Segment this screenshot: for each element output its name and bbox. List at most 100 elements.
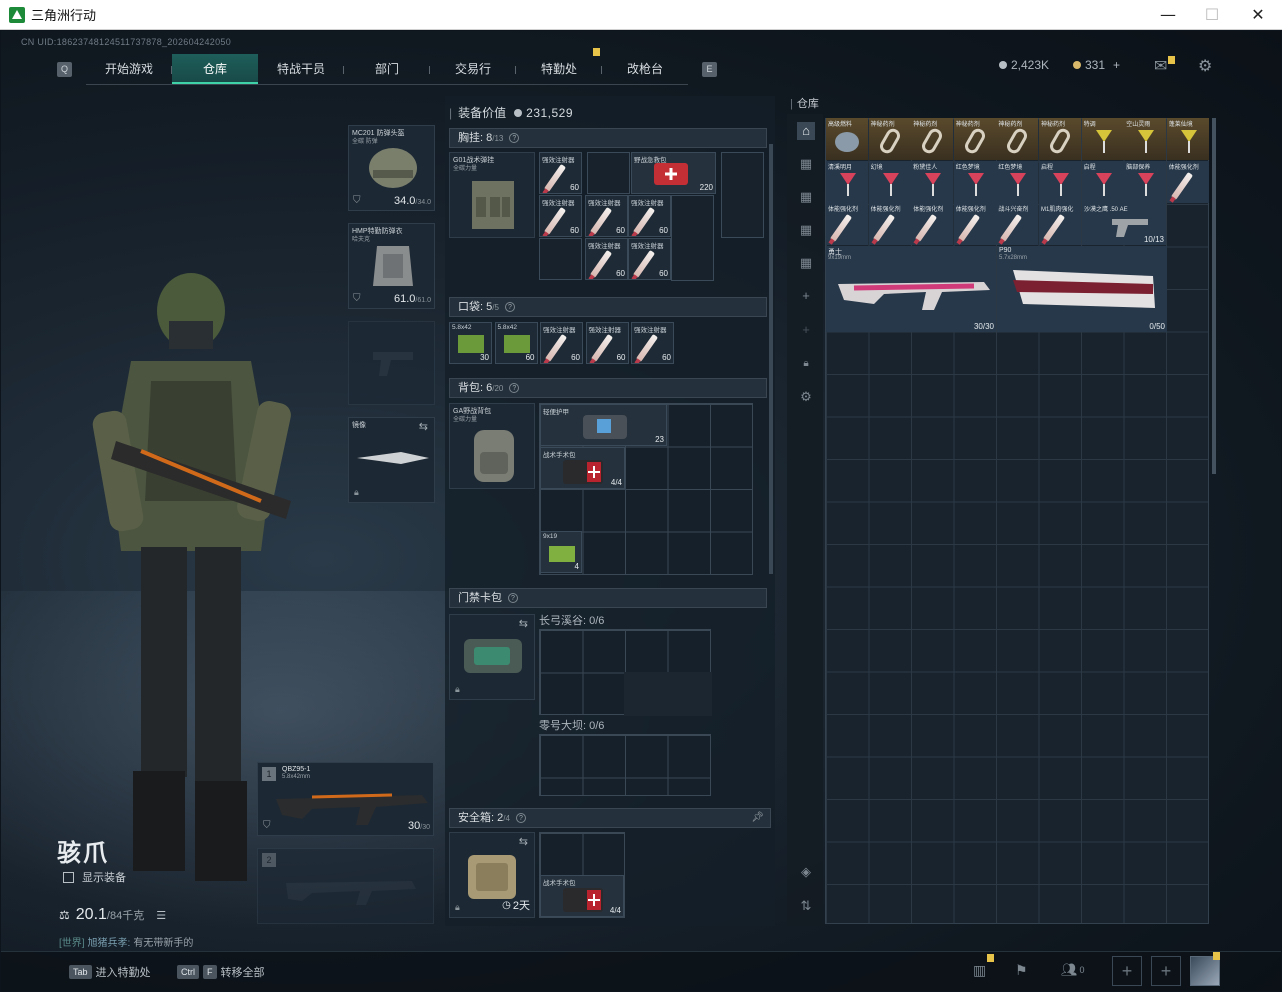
tab-gunsmith[interactable]: 改枪台 <box>602 54 688 84</box>
invite-slot-2-button[interactable]: + <box>1151 956 1181 986</box>
keycard-grid-2[interactable] <box>539 734 711 796</box>
swap-icon[interactable]: ⇆ <box>519 617 528 630</box>
layers-icon[interactable]: ◈ <box>797 863 815 881</box>
tab-department[interactable]: 部门 <box>344 54 430 84</box>
stim-injector-item[interactable]: 体能强化剂 <box>953 203 996 245</box>
chat-line[interactable]: [世界] 旭猪兵孝: 有无带新手的 <box>59 934 193 949</box>
fuel-can-item[interactable]: 高级燃料 <box>826 118 868 160</box>
stim-injector-item[interactable]: M1肌肉强化 <box>1039 203 1081 245</box>
cocktail-item[interactable]: 清溪明月 <box>826 161 868 203</box>
ammo-9x19-item[interactable]: 9x19 4 <box>540 531 582 573</box>
help-icon[interactable]: ? <box>509 133 520 144</box>
enter-special-ops-button[interactable]: Tab 进入特勤处 <box>69 962 151 982</box>
tab-warehouse[interactable]: 仓库 <box>172 53 258 84</box>
empty-cell[interactable] <box>587 152 630 194</box>
empty-cell[interactable] <box>721 152 764 238</box>
cocktail-item[interactable]: 红色梦境 <box>953 161 996 203</box>
ammo-5.8x42-item[interactable]: 5.8x42 30 <box>449 322 492 364</box>
field-medkit-item[interactable]: 野战急救包 220 <box>631 152 716 194</box>
ammo-5.8x42-item[interactable]: 5.8x42 60 <box>494 322 538 364</box>
warehouse-all-icon[interactable]: ⌂ <box>797 122 815 140</box>
stim-injector-item[interactable]: 战斗兴奋剂 <box>996 203 1039 245</box>
stim-injector-item[interactable]: 强效注射器 60 <box>628 195 671 237</box>
empty-cell[interactable] <box>539 238 582 280</box>
tab-operators[interactable]: 特战干员 <box>258 54 344 84</box>
secondary-weapon-slot[interactable]: 2 <box>257 848 434 924</box>
cocktail-item[interactable]: 体能强化剂 <box>1166 161 1209 203</box>
invite-slot-1-button[interactable]: + <box>1112 956 1142 986</box>
stim-injector-item[interactable]: 体能强化剂 <box>826 203 868 245</box>
surgery-kit-item[interactable]: 战术手术包 4/4 <box>540 447 625 489</box>
nav-next-key[interactable]: E <box>702 61 717 77</box>
nav-prev-key[interactable]: Q <box>57 61 72 77</box>
cocktail-item[interactable]: 粉黛佳人 <box>911 161 954 203</box>
stats-icon[interactable]: ▥ <box>973 962 986 979</box>
helmet-slot[interactable]: MC201 防弹头盔 全碳 防弹 ⛉ 34.0/34.0 <box>348 125 435 211</box>
backpack-slot[interactable]: GA野战背包 全碳力量 <box>449 403 535 489</box>
pistol-slot-empty[interactable] <box>348 321 435 405</box>
cocktail-item[interactable]: 幻境 <box>868 161 911 203</box>
keycard-case-slot[interactable]: ⇆ 🔒︎ <box>449 614 535 700</box>
warehouse-settings-icon[interactable]: ⚙ <box>797 388 815 406</box>
pin-icon[interactable]: 📌︎ <box>751 809 764 827</box>
help-icon[interactable]: ? <box>509 383 520 394</box>
stim-injector-item[interactable]: 强效注射器 60 <box>585 195 628 237</box>
stim-injector-item[interactable]: 强效注射器 60 <box>540 322 583 364</box>
collectible-item[interactable]: 空山灵雨 <box>1124 118 1167 160</box>
avatar[interactable] <box>1190 956 1220 986</box>
sort-icon[interactable]: ⇅ <box>797 897 815 915</box>
help-icon[interactable]: ? <box>515 813 526 824</box>
transfer-all-button[interactable]: Ctrl F 转移全部 <box>177 962 265 982</box>
collectible-item[interactable]: 特调 <box>1081 118 1124 160</box>
mail-icon[interactable]: ✉ <box>1154 56 1167 76</box>
stim-injector-item[interactable]: 强效注射器 60 <box>539 195 582 237</box>
cocktail-item[interactable]: 启程 <box>1039 161 1081 203</box>
collectible-item[interactable]: 神秘药剂 <box>996 118 1039 160</box>
armor-slot[interactable]: HMP特勤防弹衣 哈夫克 ⛉ 61.0/61.0 <box>348 223 435 309</box>
stim-injector-item[interactable]: 强效注射器 60 <box>585 238 628 280</box>
tab-special-ops[interactable]: 特勤处 <box>516 47 602 84</box>
chest-rig-slot[interactable]: G01战术弹挂 全碳力量 <box>449 152 535 238</box>
collectible-item[interactable]: 神秘药剂 <box>1039 118 1081 160</box>
melee-slot[interactable]: 镜像 ⇆ 🔒︎ <box>348 417 435 503</box>
stim-injector-item[interactable]: 体能强化剂 <box>911 203 954 245</box>
swap-icon[interactable]: ⇆ <box>419 420 428 433</box>
show-gear-toggle[interactable]: 显示装备 <box>63 869 126 885</box>
close-button[interactable]: ✕ <box>1235 0 1281 30</box>
equipment-scrollbar[interactable] <box>769 144 773 574</box>
cocktail-item[interactable]: 脑部保养 <box>1124 161 1167 203</box>
add-tab-icon[interactable]: + <box>797 287 815 305</box>
list-icon[interactable]: ☰ <box>156 909 166 922</box>
swap-icon[interactable]: ⇆ <box>519 835 528 848</box>
warehouse-tab-2-icon[interactable]: ▦ <box>797 155 815 173</box>
flag-icon[interactable]: ⚑ <box>1015 962 1028 979</box>
warehouse-tab-3-icon[interactable]: ▦ <box>797 188 815 206</box>
stim-injector-item[interactable]: 强效注射器 60 <box>628 238 671 280</box>
stim-injector-item[interactable]: 强效注射器 60 <box>585 322 629 364</box>
help-icon[interactable]: ? <box>508 593 518 604</box>
tab-start-game[interactable]: 开始游戏 <box>86 54 172 84</box>
safe-surgery-kit-item[interactable]: 战术手术包 4/4 <box>540 875 624 917</box>
add-currency-button[interactable]: + <box>1113 58 1120 72</box>
friends-count[interactable]: 👥︎ 0 <box>1061 962 1085 978</box>
tab-trade[interactable]: 交易行 <box>430 54 516 84</box>
stim-injector-item[interactable]: 体能强化剂 <box>868 203 911 245</box>
warehouse-scrollbar[interactable] <box>1212 118 1216 474</box>
collectible-item[interactable]: 神秘药剂 <box>911 118 954 160</box>
collectible-item[interactable]: 神秘药剂 <box>868 118 911 160</box>
warrior-smg-item[interactable]: 勇士 9x19mm 30/30 <box>826 246 996 332</box>
collectible-item[interactable]: 蓬莱仙境 <box>1166 118 1209 160</box>
warehouse-tab-5-icon[interactable]: ▦ <box>797 254 815 272</box>
minimize-button[interactable]: — <box>1145 0 1191 30</box>
cocktail-item[interactable]: 红色梦境 <box>996 161 1039 203</box>
show-gear-checkbox[interactable] <box>63 871 74 883</box>
primary-weapon-slot[interactable]: 1 QBZ95-1 5.8x42mm ⛉ 30/30 <box>257 762 434 836</box>
stim-injector-item[interactable]: 强效注射器 60 <box>539 152 582 194</box>
collectible-item[interactable]: 神秘药剂 <box>953 118 996 160</box>
maximize-button[interactable]: ☐ <box>1189 0 1235 30</box>
empty-cell[interactable] <box>671 195 714 281</box>
p90-item[interactable]: P90 5.7x28mm 0/50 <box>997 246 1167 332</box>
deagle-item[interactable]: 沙漠之鹰 .50 AE 10/13 <box>1082 203 1166 245</box>
stim-injector-item[interactable]: 强效注射器 60 <box>631 322 674 364</box>
help-icon[interactable]: ? <box>504 302 515 313</box>
